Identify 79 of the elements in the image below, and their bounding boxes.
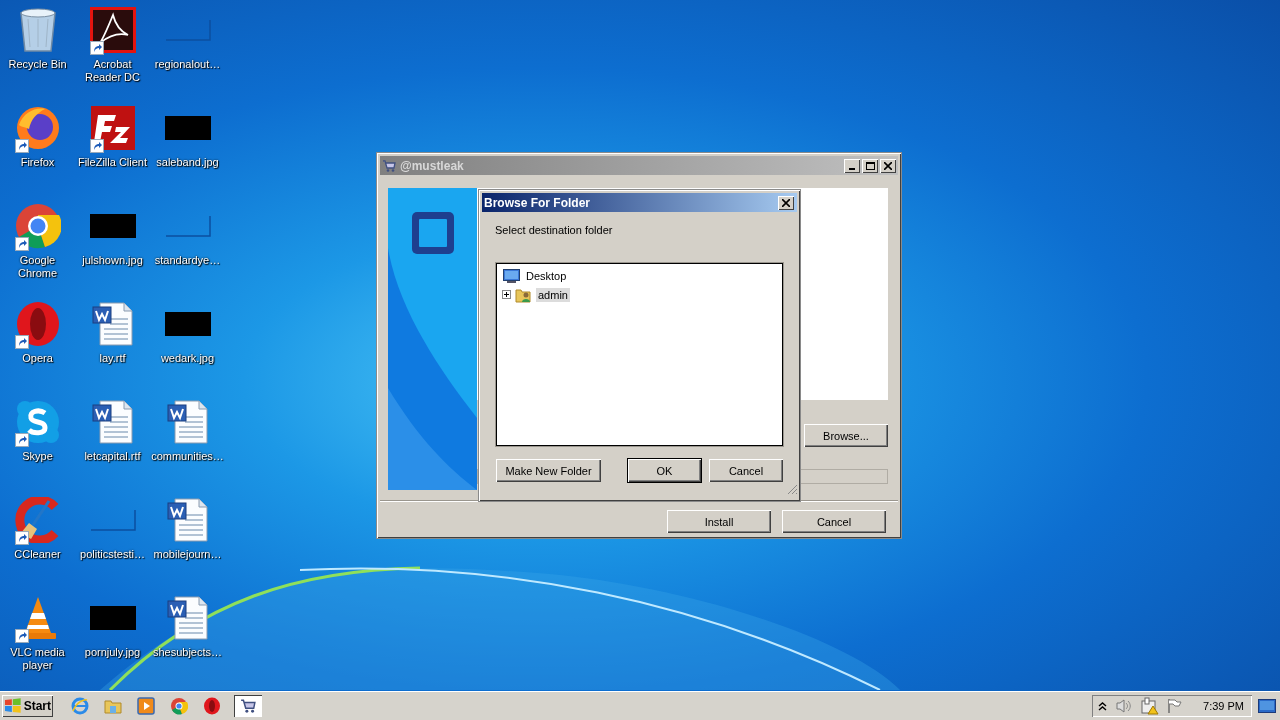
broom-icon[interactable] — [14, 497, 61, 543]
maximize-icon — [865, 161, 875, 170]
close-button[interactable] — [778, 195, 794, 210]
ring-icon[interactable] — [14, 301, 61, 347]
trash-bin-icon[interactable] — [17, 7, 58, 53]
window-title: @mustleak — [400, 158, 465, 173]
word-document-icon[interactable] — [89, 301, 136, 347]
ring-icon — [203, 697, 221, 715]
image-thumbnail-icon[interactable] — [89, 606, 136, 630]
user-folder-icon — [515, 286, 532, 303]
caret-icon[interactable] — [1098, 701, 1108, 711]
dialog-button[interactable]: Install — [667, 510, 771, 533]
word-document-icon[interactable] — [164, 399, 211, 445]
start-button[interactable]: Start — [2, 695, 53, 717]
icon-label[interactable]: mobilejourn… — [153, 548, 222, 561]
dialog-button[interactable]: Cancel — [782, 510, 886, 533]
taskbar-button[interactable] — [135, 695, 157, 717]
browser-icon[interactable] — [14, 203, 61, 249]
icon-label[interactable]: Acrobat Reader DC — [82, 58, 143, 84]
monitor-icon — [503, 268, 520, 283]
network-warning-icon[interactable] — [1141, 697, 1160, 715]
tree-item[interactable]: admin — [536, 287, 570, 302]
cart-icon — [240, 699, 256, 713]
folder-tree[interactable]: Desktop admin — [496, 263, 783, 446]
close-icon — [782, 198, 790, 207]
icon-label[interactable]: lay.rtf — [99, 352, 126, 365]
word-document-icon[interactable] — [89, 399, 136, 445]
dialog-title: Browse For Folder — [484, 195, 591, 210]
icon-label[interactable]: Recycle Bin — [8, 58, 67, 71]
chat-icon[interactable] — [14, 399, 61, 445]
file-thumbnail-icon[interactable] — [164, 19, 211, 41]
icon-label[interactable]: politicstesti… — [80, 548, 145, 561]
expander-icon[interactable] — [502, 290, 511, 299]
icon-label[interactable]: julshown.jpg — [82, 254, 143, 267]
image-thumbnail-icon[interactable] — [164, 116, 211, 140]
dialog-button[interactable]: Cancel — [709, 459, 783, 482]
icon-label[interactable]: CCleaner — [14, 548, 61, 561]
icon-label[interactable]: FileZilla Client — [77, 156, 148, 169]
icon-label[interactable]: Firefox — [20, 156, 55, 169]
resize-grip-icon[interactable] — [787, 484, 798, 495]
cart-icon — [382, 159, 396, 172]
file-thumbnail-icon[interactable] — [89, 509, 136, 531]
pdf-icon[interactable] — [89, 7, 136, 53]
prompt-text: Select destination folder — [495, 224, 614, 238]
icon-label[interactable]: Google Chrome — [7, 254, 68, 280]
taskbar-button[interactable] — [234, 695, 262, 717]
icon-label[interactable]: standardye… — [154, 254, 221, 267]
dialog-button[interactable]: Make New Folder — [496, 459, 601, 482]
browser-icon — [170, 697, 188, 715]
windows-logo-icon — [4, 698, 22, 714]
icon-label[interactable]: pornjuly.jpg — [84, 646, 141, 659]
icon-label[interactable]: saleband.jpg — [156, 156, 219, 169]
word-document-icon[interactable] — [164, 497, 211, 543]
fox-globe-icon[interactable] — [14, 105, 61, 151]
clock[interactable]: 7:39 PM — [1203, 700, 1244, 712]
browse-button[interactable]: Browse... — [804, 424, 888, 447]
minimize-icon — [849, 167, 855, 170]
globe-icon — [71, 697, 89, 715]
icon-label[interactable]: VLC media player — [7, 646, 68, 672]
icon-label[interactable]: wedark.jpg — [160, 352, 215, 365]
icon-label[interactable]: shesubjects… — [152, 646, 223, 659]
file-thumbnail-icon[interactable] — [164, 215, 211, 237]
dialog-button[interactable]: OK — [628, 459, 701, 482]
taskbar-button[interactable] — [201, 695, 223, 717]
show-desktop-icon[interactable] — [1258, 699, 1276, 713]
icon-label[interactable]: regionalout… — [154, 58, 221, 71]
image-thumbnail-icon[interactable] — [89, 214, 136, 238]
close-icon — [884, 161, 892, 170]
icon-label[interactable]: communities… — [151, 450, 224, 463]
icon-label[interactable]: Opera — [22, 352, 53, 365]
play-icon — [137, 697, 155, 715]
ftp-icon[interactable] — [89, 105, 136, 151]
icon-label[interactable]: Skype — [22, 450, 53, 463]
flag-icon[interactable] — [1167, 698, 1184, 714]
word-document-icon[interactable] — [164, 595, 211, 641]
tree-item[interactable]: Desktop — [524, 268, 569, 283]
folder-icon — [104, 697, 122, 715]
icon-label[interactable]: letcapital.rtf — [84, 450, 141, 463]
image-thumbnail-icon[interactable] — [164, 312, 211, 336]
